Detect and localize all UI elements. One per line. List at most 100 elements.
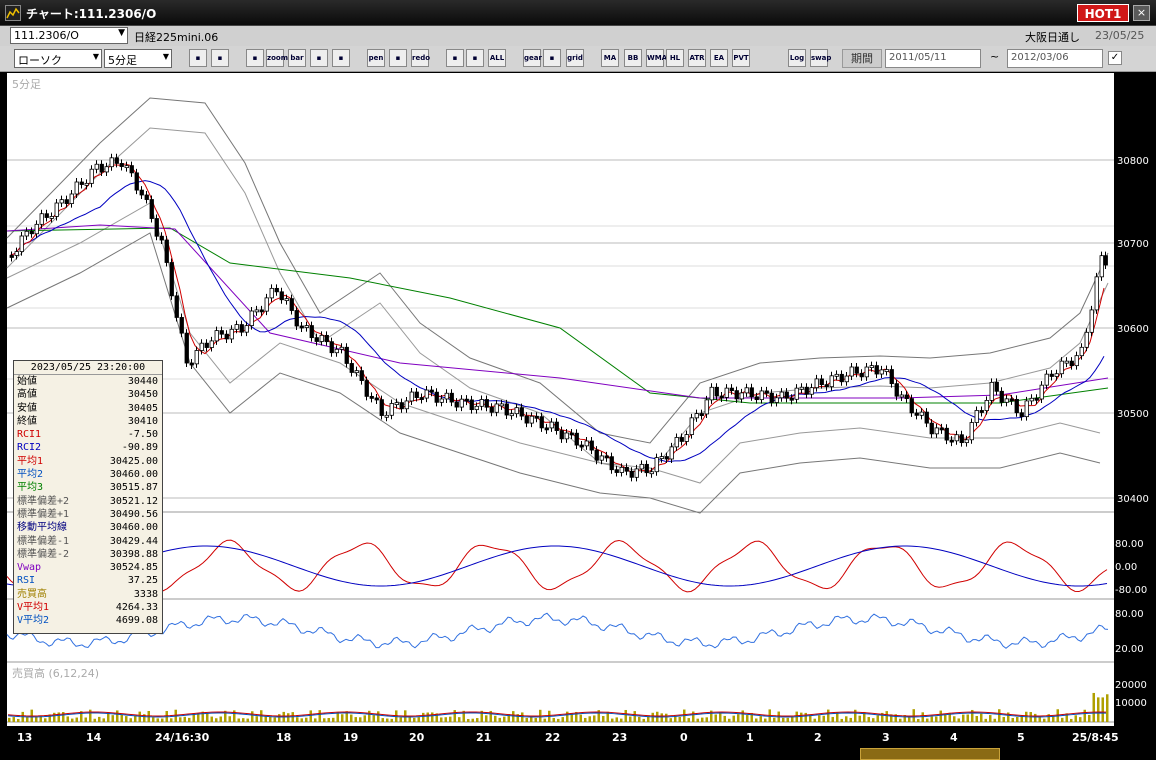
toolbar-btn-atr[interactable]: ATR <box>688 49 706 67</box>
time-tick-label: 24/16:30 <box>155 731 210 744</box>
toolbar-btn-swap[interactable]: swap <box>810 49 831 67</box>
candle-body <box>74 181 79 195</box>
volume-bar <box>741 710 744 722</box>
volume-bar <box>998 709 1001 722</box>
volume-bar <box>426 712 429 722</box>
volume-bar <box>1083 709 1086 722</box>
volume-bar <box>629 716 632 722</box>
toolbar-btn-ma[interactable]: MA <box>601 49 619 67</box>
price-chart[interactable]: 30800 30700 30600 30500 30400 80.00 0.00 -80.00… <box>0 73 1156 760</box>
toolbar-btn-alert[interactable]: ▪ <box>332 49 350 67</box>
period-button[interactable]: 期間 <box>842 49 882 68</box>
toolbar-btn-zoom[interactable]: zoom <box>266 49 288 67</box>
candle-body <box>109 157 114 168</box>
volume-bar <box>1097 697 1100 722</box>
toolbar-btn-pen[interactable]: pen <box>367 49 385 67</box>
candle-body <box>259 309 264 313</box>
chart-area[interactable]: 30800 30700 30600 30500 30400 80.00 0.00 -80.00… <box>0 73 1156 760</box>
toolbar-btn-download[interactable]: ▪ <box>246 49 264 67</box>
volume-bar <box>390 718 393 722</box>
candle-body <box>929 422 934 435</box>
toolbar-btn-bb[interactable]: BB <box>624 49 642 67</box>
time-tick-label: 22 <box>545 731 560 744</box>
volume-bar <box>593 715 596 722</box>
info-key: 始値 <box>17 376 37 387</box>
toolbar-btn-crosshair[interactable]: ▪ <box>211 49 229 67</box>
toolbar-btn-pvt[interactable]: PVT <box>732 49 750 67</box>
date-from-input[interactable]: 2011/05/11 <box>885 49 981 68</box>
candle-body <box>1089 309 1094 333</box>
symbol-name: 日経225mini.06 <box>134 31 219 44</box>
toolbar-btn-wrench[interactable]: ▪ <box>543 49 561 67</box>
volume-bar <box>494 715 497 722</box>
toolbar-btn-cand1[interactable]: ▪ <box>446 49 464 67</box>
chart-type-select[interactable]: ローソク ▼ <box>14 49 102 68</box>
volume-bar <box>1061 717 1064 722</box>
candle-body <box>424 389 429 399</box>
close-button[interactable]: × <box>1133 5 1150 21</box>
info-value: 30524.85 <box>109 562 158 574</box>
volume-bar <box>939 710 942 722</box>
toolbar-btn-cursor[interactable]: ▪ <box>389 49 407 67</box>
volume-bar <box>251 711 254 722</box>
apply-checkbox[interactable]: ✓ <box>1108 51 1122 65</box>
volume-bar <box>422 712 425 722</box>
candle-body <box>49 216 54 219</box>
symbol-select[interactable]: 111.2306/O ▼ <box>10 27 128 44</box>
info-row: 標準偏差+1 30490.56 <box>14 508 162 521</box>
volume-bar <box>953 716 956 722</box>
volume-bar <box>89 709 92 722</box>
info-key: 平均1 <box>17 455 44 467</box>
candle-body <box>329 341 334 354</box>
toolbar-btn-arrow[interactable]: ▪ <box>310 49 328 67</box>
candle-body <box>364 380 369 397</box>
volume-bar <box>453 710 456 722</box>
info-key: Vwap <box>17 562 42 574</box>
candle-body <box>1084 331 1089 348</box>
toolbar-btn-grid[interactable]: grid <box>566 49 584 67</box>
volume-bar <box>17 718 20 722</box>
toolbar-btn-log[interactable]: Log <box>788 49 806 67</box>
candle-body <box>924 411 929 424</box>
info-row: RSI 37.25 <box>14 574 162 587</box>
info-key: RCI2 <box>17 442 42 454</box>
candle-body <box>89 168 94 184</box>
candle-body <box>149 199 154 219</box>
info-row: 平均3 30515.87 <box>14 481 162 494</box>
toolbar-btn-bar[interactable]: bar <box>288 49 306 67</box>
volume-bar <box>431 712 434 722</box>
candle-body <box>419 397 424 400</box>
date-to-input[interactable]: 2012/03/06 <box>1007 49 1103 68</box>
toolbar-btn-gear[interactable]: gear <box>523 49 542 67</box>
candle-body <box>274 287 279 293</box>
price-tick-label: 30700 <box>1117 239 1149 250</box>
volume-bar <box>1088 714 1091 722</box>
timeline-scrollbar[interactable] <box>860 748 1000 760</box>
time-tick-label: 2 <box>814 731 822 744</box>
volume-bar <box>561 717 564 722</box>
volume-bar <box>179 717 182 722</box>
volume-bar <box>476 718 479 722</box>
toolbar-btn-ea[interactable]: EA <box>710 49 728 67</box>
candle-body <box>344 346 349 364</box>
hot-button[interactable]: HOT1 <box>1077 4 1129 22</box>
toolbar-btn-hl[interactable]: HL <box>666 49 684 67</box>
info-value: 30429.44 <box>109 535 158 547</box>
toolbar-btn-cand2[interactable]: ▪ <box>466 49 484 67</box>
timeframe-select[interactable]: 5分足 ▼ <box>104 49 172 68</box>
candle-body <box>394 402 399 406</box>
toolbar-btn-search[interactable]: ▪ <box>189 49 207 67</box>
time-tick-label: 19 <box>343 731 358 744</box>
candle-body <box>994 381 999 392</box>
toolbar-btn-redo[interactable]: redo <box>411 49 430 67</box>
candle-body <box>599 455 604 461</box>
volume-bar <box>129 718 132 722</box>
candle-body <box>409 391 414 402</box>
candle-body <box>269 287 274 299</box>
candle-body <box>454 401 459 408</box>
volume-bar <box>1074 715 1077 722</box>
candle-body <box>144 194 149 200</box>
toolbar-btn-wma[interactable]: WMA <box>646 49 667 67</box>
info-value: 30460.00 <box>109 522 158 534</box>
toolbar-btn-all[interactable]: ALL <box>488 49 506 67</box>
